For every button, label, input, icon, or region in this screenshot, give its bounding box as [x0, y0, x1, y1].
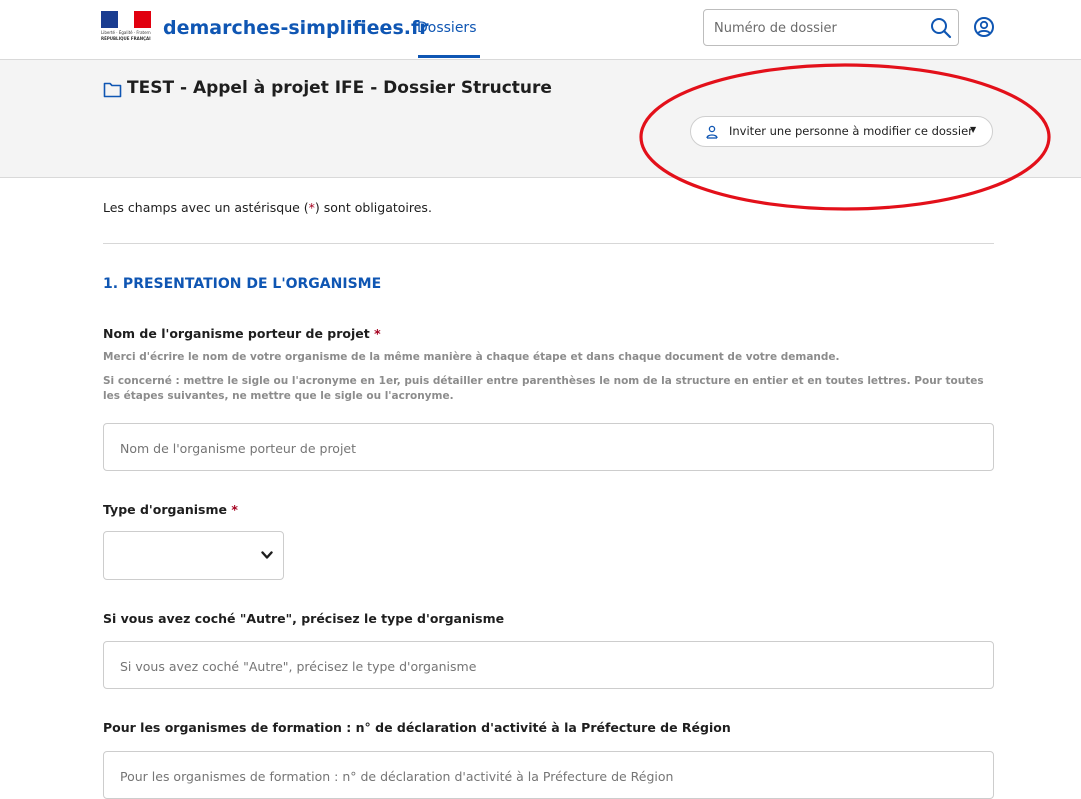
search-icon[interactable] [929, 16, 953, 40]
required-asterisk: * [374, 326, 381, 341]
field-label-declaration-number: Pour les organismes de formation : n° de… [103, 720, 731, 735]
organisme-name-field [103, 423, 994, 471]
field-description: Si concerné : mettre le sigle ou l'acron… [103, 375, 984, 402]
organisme-name-input[interactable] [118, 437, 982, 459]
section-divider [103, 243, 994, 244]
field-label-organisme-name: Nom de l'organisme porteur de projet * [103, 326, 381, 341]
required-asterisk: * [231, 502, 238, 517]
field-label-other-type: Si vous avez coché "Autre", précisez le … [103, 611, 505, 626]
other-type-input[interactable] [118, 655, 982, 677]
section-title: 1. PRESENTATION DE L'ORGANISME [103, 276, 382, 292]
republic-motto: Liberté · Égalité · Fraternité [101, 30, 151, 35]
tab-dossiers[interactable]: Dossiers [417, 20, 477, 36]
search-box [703, 9, 959, 46]
field-label-organisme-type: Type d'organisme * [103, 502, 238, 517]
required-fields-notice: Les champs avec un astérisque (*) sont o… [103, 200, 432, 215]
site-name[interactable]: demarches-simplifiees.fr [163, 17, 429, 39]
declaration-number-field [103, 751, 994, 799]
declaration-number-input[interactable] [118, 765, 982, 787]
chevron-down-icon [261, 551, 273, 559]
invite-person-button[interactable]: Inviter une personne à modifier ce dossi… [690, 116, 993, 147]
site-logo[interactable]: Liberté · Égalité · Fraternité RÉPUBLIQU… [101, 11, 429, 45]
search-input[interactable] [712, 16, 916, 40]
user-icon [706, 125, 718, 139]
dossier-banner: TEST - Appel à projet IFE - Dossier Stru… [0, 59, 1081, 178]
account-circle-icon[interactable] [973, 16, 995, 38]
active-tab-indicator [418, 55, 480, 58]
organisme-type-select[interactable] [103, 531, 284, 580]
other-type-field [103, 641, 994, 689]
invite-button-label: Inviter une personne à modifier ce dossi… [729, 124, 973, 138]
folder-icon [103, 82, 122, 98]
french-flag-icon [101, 11, 152, 28]
republic-name: RÉPUBLIQUE FRANÇAISE [101, 36, 151, 41]
caret-down-icon: ▼ [970, 125, 977, 134]
top-header: Liberté · Égalité · Fraternité RÉPUBLIQU… [0, 0, 1081, 58]
field-description: Merci d'écrire le nom de votre organisme… [103, 351, 840, 363]
marianne-logo: Liberté · Égalité · Fraternité RÉPUBLIQU… [101, 11, 152, 45]
dossier-title: TEST - Appel à projet IFE - Dossier Stru… [127, 78, 552, 98]
